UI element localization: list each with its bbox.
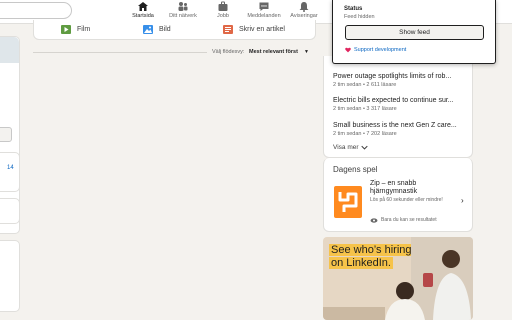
games-title: Dagens spel bbox=[333, 165, 378, 174]
bell-icon bbox=[299, 2, 309, 12]
people-icon bbox=[178, 2, 188, 11]
hiring-ad[interactable]: See who’s hiring on LinkedIn. bbox=[323, 237, 473, 320]
sort-dropdown[interactable]: Mest relevant först bbox=[249, 49, 298, 55]
sort-divider bbox=[33, 52, 207, 53]
support-development-label: Support development bbox=[354, 47, 407, 53]
nav-network-label: Ditt nätverk bbox=[169, 13, 197, 19]
game-visibility-label: Bara du kan se resultatet bbox=[381, 217, 437, 223]
share-image-label: Bild bbox=[159, 26, 171, 33]
heart-icon bbox=[345, 47, 351, 53]
left-stat-count: 14 bbox=[7, 165, 14, 171]
nav-jobs-label: Jobb bbox=[217, 13, 229, 19]
show-more-label: Visa mer bbox=[333, 144, 359, 151]
news-item[interactable]: Electric bills expected to continue sur.… bbox=[333, 96, 469, 113]
left-premium-card bbox=[0, 198, 20, 224]
games-card: Dagens spel Zip – en snabb hjärngymnasti… bbox=[323, 158, 473, 232]
caret-down-icon[interactable]: ▼ bbox=[304, 49, 309, 55]
news-title: Small business is the next Gen Z care... bbox=[333, 122, 457, 129]
left-stats-card bbox=[0, 152, 20, 192]
nav-home-label: Startsida bbox=[132, 13, 154, 19]
news-item[interactable]: Small business is the next Gen Z care...… bbox=[333, 121, 469, 138]
news-meta: 2 tim sedan • 3 317 läsare bbox=[333, 106, 397, 112]
feed-sort-row: Välj flödesvy: Mest relevant först ▼ bbox=[33, 47, 316, 59]
left-recent-card bbox=[0, 240, 20, 312]
briefcase-icon bbox=[218, 1, 228, 11]
search-input[interactable] bbox=[0, 2, 72, 19]
share-article-label: Skriv en artikel bbox=[239, 26, 285, 33]
share-video-button[interactable]: Film bbox=[61, 25, 90, 34]
status-value: Feed hidden bbox=[344, 14, 375, 20]
news-title: Electric bills expected to continue sur.… bbox=[333, 97, 454, 104]
chevron-down-icon bbox=[360, 145, 368, 150]
share-video-label: Film bbox=[77, 26, 91, 33]
support-development-link[interactable]: Support development bbox=[345, 47, 406, 53]
share-image-button[interactable]: Bild bbox=[143, 25, 171, 34]
image-icon bbox=[143, 25, 153, 34]
sort-label: Välj flödesvy: bbox=[212, 49, 245, 55]
news-item[interactable]: Power outage spotlights limits of rob...… bbox=[333, 72, 469, 89]
zip-game-logo-icon[interactable] bbox=[334, 186, 362, 218]
news-title: Power outage spotlights limits of rob... bbox=[333, 73, 452, 80]
home-icon bbox=[138, 2, 148, 11]
share-box: Film Bild Skriv en artikel bbox=[33, 20, 316, 40]
news-card: Power outage spotlights limits of rob...… bbox=[323, 56, 473, 158]
show-feed-button[interactable]: Show feed bbox=[345, 25, 484, 40]
game-visibility: Bara du kan se resultatet bbox=[370, 217, 437, 223]
profile-banner bbox=[0, 37, 19, 63]
chat-icon bbox=[259, 2, 269, 11]
feed-menu-dropdown: Status Feed hidden Show feed Support dev… bbox=[332, 0, 496, 64]
game-description: Lös på 60 sekunder eller mindre! bbox=[370, 197, 443, 203]
ad-photo bbox=[323, 237, 473, 320]
nav-notifications-label: Aviseringar bbox=[290, 13, 318, 19]
game-name[interactable]: Zip – en snabb hjärngymnastik bbox=[370, 180, 450, 196]
share-article-button[interactable]: Skriv en artikel bbox=[223, 25, 285, 34]
news-meta: 2 tim sedan • 7 202 läsare bbox=[333, 131, 397, 137]
news-meta: 2 tim sedan • 2 611 läsare bbox=[333, 82, 397, 88]
show-more-button[interactable]: Visa mer bbox=[333, 144, 368, 151]
video-icon bbox=[61, 25, 71, 34]
chevron-right-icon[interactable]: › bbox=[461, 196, 464, 205]
article-icon bbox=[223, 25, 233, 34]
status-label: Status bbox=[344, 6, 363, 12]
nav-messages-label: Meddelanden bbox=[247, 13, 281, 19]
eye-icon bbox=[370, 217, 378, 223]
left-action-button[interactable] bbox=[0, 127, 12, 142]
